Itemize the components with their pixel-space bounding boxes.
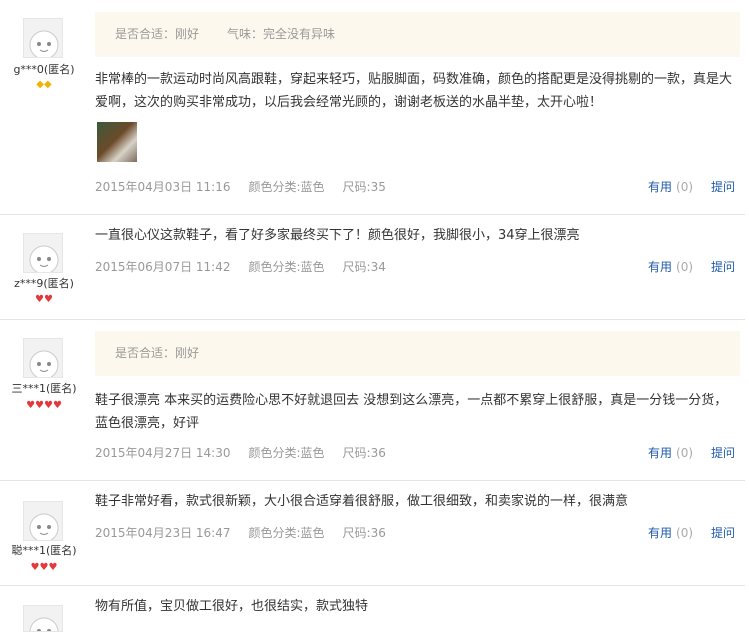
review-actions: 有用 (0) 提问: [648, 444, 735, 461]
useful-count: (0): [676, 526, 694, 540]
default-avatar-icon: [24, 502, 62, 540]
review-item: g***0(匿名) ◆◆ 是否合适：刚好 气味：完全没有异味 非常棒的一款运动时尚…: [0, 0, 745, 215]
review-item: 聪***1(匿名) ♥♥♥ 鞋子非常好看，款式很新颖，大小很合适穿着很舒服，做工…: [0, 480, 745, 586]
useful-count: (0): [676, 180, 694, 194]
default-avatar-icon: [24, 339, 62, 377]
avatar[interactable]: [23, 18, 63, 58]
avatar[interactable]: [23, 338, 63, 378]
smell-attribute: 气味：完全没有异味: [227, 27, 336, 41]
default-avatar-icon: [24, 19, 62, 57]
sku-color: 颜色分类:蓝色: [248, 260, 325, 274]
useful-button[interactable]: 有用: [648, 180, 672, 194]
useful-button[interactable]: 有用: [648, 260, 672, 274]
review-meta: 2015年04月23日 16:47 颜色分类:蓝色 尺码:36: [95, 524, 404, 541]
ask-button[interactable]: 提问: [711, 260, 735, 274]
sku-color: 颜色分类:蓝色: [248, 180, 325, 194]
buyer-credit-badge: ♥♥♥♥: [26, 400, 62, 411]
review-item: 物有所值，宝贝做工很好，也很结实，款式独特: [0, 585, 745, 632]
sku-size: 尺码:36: [342, 446, 386, 460]
extra-attributes: 是否合适：刚好: [95, 331, 740, 376]
review-content: 鞋子非常好看，款式很新颖，大小很合适穿着很舒服，做工很细致，和卖家说的一样，很满…: [95, 494, 629, 509]
review-date: 2015年04月23日 16:47: [95, 526, 231, 540]
username: z***9(匿名): [14, 277, 74, 290]
avatar[interactable]: [23, 501, 63, 541]
sku-color: 颜色分类:蓝色: [248, 446, 325, 460]
buyer-credit-badge: ◆◆: [36, 79, 52, 90]
review-item: 三***1(匿名) ♥♥♥♥ 是否合适：刚好 鞋子很漂亮 本来买的运费险心思不好…: [0, 319, 745, 481]
sku-size: 尺码:35: [342, 180, 386, 194]
review-item: z***9(匿名) ♥♥ 一直很心仪这款鞋子，看了好多家最终买下了！颜色很好，我…: [0, 214, 745, 320]
review-actions: 有用 (0) 提问: [648, 178, 735, 195]
avatar[interactable]: [23, 233, 63, 273]
username: g***0(匿名): [13, 63, 75, 76]
useful-button[interactable]: 有用: [648, 446, 672, 460]
review-date: 2015年06月07日 11:42: [95, 260, 231, 274]
useful-button[interactable]: 有用: [648, 526, 672, 540]
useful-count: (0): [676, 446, 694, 460]
review-date: 2015年04月27日 14:30: [95, 446, 231, 460]
username: 三***1(匿名): [11, 382, 77, 395]
review-date: 2015年04月03日 11:16: [95, 180, 231, 194]
fit-attribute: 是否合适：刚好: [115, 27, 200, 41]
review-meta: 2015年06月07日 11:42 颜色分类:蓝色 尺码:34: [95, 258, 404, 275]
buyer-credit-badge: ♥♥: [35, 294, 53, 305]
review-meta: 2015年04月03日 11:16 颜色分类:蓝色 尺码:35: [95, 178, 404, 195]
ask-button[interactable]: 提问: [711, 526, 735, 540]
extra-attributes: 是否合适：刚好 气味：完全没有异味: [95, 12, 740, 57]
review-content: 非常棒的一款运动时尚风高跟鞋，穿起来轻巧，贴服脚面，码数准确，颜色的搭配更是没得…: [95, 72, 733, 110]
default-avatar-icon: [24, 606, 62, 631]
username: 聪***1(匿名): [11, 544, 77, 557]
review-content: 物有所值，宝贝做工很好，也很结实，款式独特: [95, 599, 369, 614]
sku-color: 颜色分类:蓝色: [248, 526, 325, 540]
useful-count: (0): [676, 260, 694, 274]
review-photo-thumbnail[interactable]: [97, 122, 137, 162]
sku-size: 尺码:34: [342, 260, 386, 274]
ask-button[interactable]: 提问: [711, 446, 735, 460]
review-content: 鞋子很漂亮 本来买的运费险心思不好就退回去 没想到这么漂亮，一点都不累穿上很舒服…: [95, 393, 728, 431]
review-content: 一直很心仪这款鞋子，看了好多家最终买下了！颜色很好，我脚很小，34穿上很漂亮: [95, 228, 580, 243]
review-actions: 有用 (0) 提问: [648, 524, 735, 541]
fit-attribute: 是否合适：刚好: [115, 346, 200, 360]
buyer-credit-badge: ♥♥♥: [30, 562, 58, 573]
ask-button[interactable]: 提问: [711, 180, 735, 194]
sku-size: 尺码:36: [342, 526, 386, 540]
avatar[interactable]: [23, 605, 63, 632]
default-avatar-icon: [24, 234, 62, 272]
review-actions: 有用 (0) 提问: [648, 258, 735, 275]
review-meta: 2015年04月27日 14:30 颜色分类:蓝色 尺码:36: [95, 444, 404, 461]
